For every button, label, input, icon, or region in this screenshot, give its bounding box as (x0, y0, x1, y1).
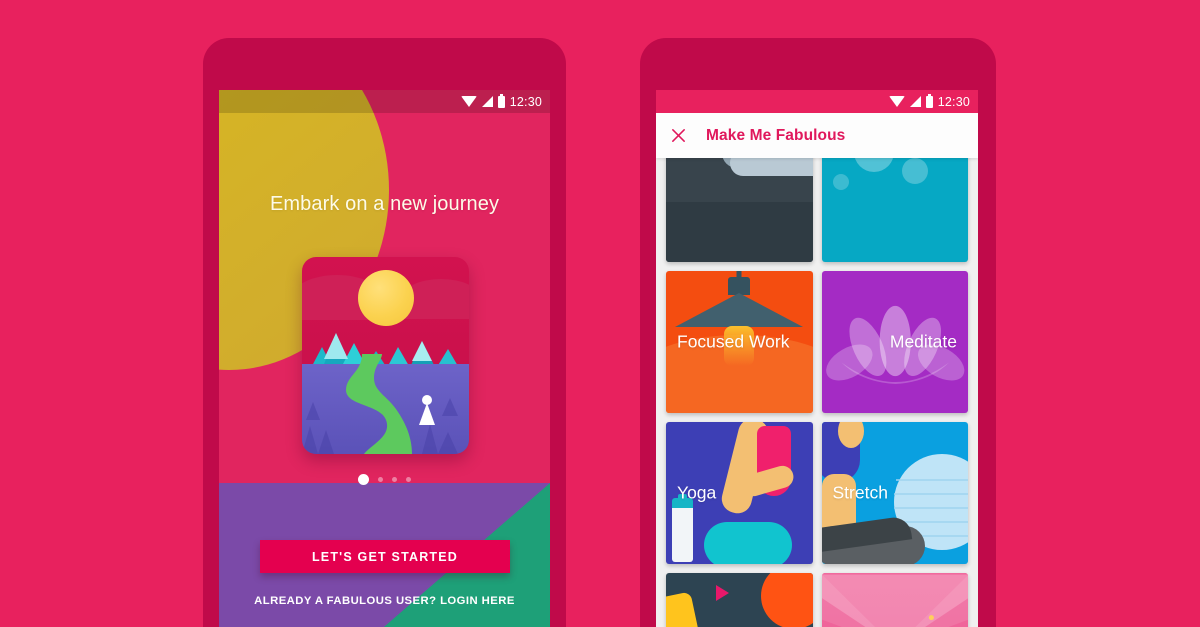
card-yoga[interactable]: Yoga (666, 422, 813, 564)
envelope-shape (821, 574, 968, 627)
screen-onboarding: Embark on a new journey LET'S GET STARTE… (219, 90, 550, 627)
wifi-icon (460, 96, 477, 107)
battery-icon (925, 93, 933, 108)
pager-dot-4[interactable] (406, 477, 411, 482)
habit-card-grid[interactable]: Focused Work Meditate Yoga Stretch (656, 120, 978, 627)
pager-dot-2[interactable] (378, 477, 383, 482)
signal-icon (909, 96, 921, 107)
status-bar-right: 12:30 (656, 90, 978, 113)
desk-lamp-icon (675, 293, 804, 327)
battery-icon (497, 93, 505, 108)
wifi-icon (888, 96, 905, 107)
pager-dots[interactable] (219, 474, 550, 485)
close-icon[interactable] (656, 113, 700, 158)
card-focused-work[interactable]: Focused Work (666, 271, 813, 413)
get-started-button[interactable]: LET'S GET STARTED (260, 540, 510, 573)
signal-icon (481, 96, 493, 107)
status-bar-left: 12:30 (219, 90, 550, 113)
illustration-path (302, 354, 458, 454)
page-title: Embark on a new journey (269, 193, 500, 215)
card-get-inspired[interactable]: Get Inspired (666, 573, 813, 627)
login-link[interactable]: ALREADY A FABULOUS USER? LOGIN HERE (219, 595, 550, 607)
status-time: 12:30 (937, 94, 970, 109)
phone-device-right: Focused Work Meditate Yoga Stretch Make … (640, 38, 996, 627)
card-meditate[interactable]: Meditate (821, 271, 968, 413)
card-label: Yoga (677, 482, 717, 503)
card-breathe[interactable]: Breathe (821, 573, 968, 627)
onboarding-screen: Embark on a new journey LET'S GET STARTE… (219, 90, 550, 627)
card-label: Focused Work (677, 331, 790, 352)
pager-dot-3[interactable] (392, 477, 397, 482)
status-time: 12:30 (509, 94, 542, 109)
app-bar: Make Me Fabulous (656, 113, 978, 158)
app-bar-title: Make Me Fabulous (706, 126, 846, 144)
make-me-fabulous-screen: Focused Work Meditate Yoga Stretch Make … (656, 90, 978, 627)
card-label: Meditate (889, 331, 957, 352)
onboarding-footer: LET'S GET STARTED ALREADY A FABULOUS USE… (219, 483, 550, 627)
traveler-figure (418, 395, 435, 428)
card-stretch[interactable]: Stretch (821, 422, 968, 564)
pager-dot-1[interactable] (358, 474, 369, 485)
screen-fabulous: Focused Work Meditate Yoga Stretch Make … (656, 90, 978, 627)
onboarding-hero: Embark on a new journey (219, 90, 550, 505)
phone-device-left: Embark on a new journey LET'S GET STARTE… (203, 38, 566, 627)
card-label: Stretch (832, 482, 888, 503)
journey-illustration (302, 257, 469, 454)
